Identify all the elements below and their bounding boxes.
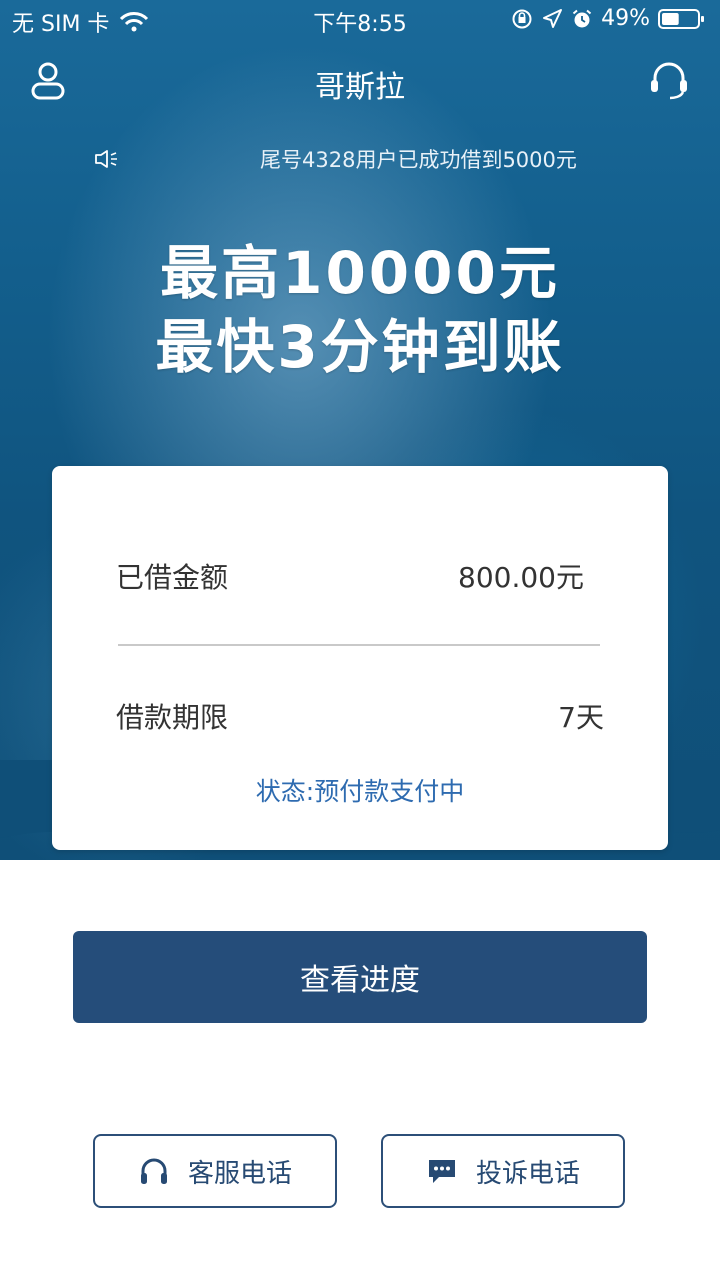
loan-status-text: 状态:预付款支付中: [255, 777, 465, 806]
location-icon: [543, 8, 563, 28]
view-progress-label: 查看进度: [300, 963, 420, 998]
navigation-bar: 哥斯拉: [0, 56, 720, 106]
notice-marquee: 尾号4328用户已成功借到5000元: [94, 142, 634, 176]
status-right: 49%: [511, 6, 706, 31]
chat-bubble-icon: [428, 1160, 455, 1183]
loan-term-value: 7天: [558, 701, 604, 734]
headline-line-1: 最高10000元: [160, 239, 560, 307]
status-bar: 无 SIM 卡 下午8:55 49%: [0, 0, 720, 40]
borrowed-amount-value: 800.00元: [458, 561, 584, 594]
complaint-phone-button[interactable]: 投诉电话: [381, 1134, 625, 1208]
customer-service-button[interactable]: [648, 62, 690, 104]
battery-icon: [658, 8, 704, 29]
orientation-lock-icon: [512, 9, 532, 28]
view-progress-button[interactable]: 查看进度: [73, 931, 647, 1023]
headset-icon: [651, 62, 687, 100]
notice-text: 尾号4328用户已成功借到5000元: [260, 148, 577, 172]
headphones-icon: [140, 1158, 167, 1184]
borrowed-amount-label: 已借金额: [116, 561, 229, 594]
loan-term-label: 借款期限: [116, 701, 229, 734]
card-divider: [118, 644, 600, 646]
headline-line-2: 最快3分钟到账: [155, 313, 565, 381]
speaker-icon: [95, 150, 117, 168]
page-title: 哥斯拉: [315, 70, 405, 105]
battery-percent: 49%: [601, 6, 650, 31]
service-phone-label: 客服电话: [187, 1158, 292, 1189]
service-phone-button[interactable]: 客服电话: [93, 1134, 337, 1208]
alarm-icon: [572, 9, 592, 27]
complaint-phone-label: 投诉电话: [475, 1158, 580, 1189]
promo-headline: 最高10000元 最快3分钟到账: [0, 236, 720, 384]
loan-info-card: 已借金额 800.00元 借款期限 7天 状态:预付款支付中: [52, 466, 668, 850]
